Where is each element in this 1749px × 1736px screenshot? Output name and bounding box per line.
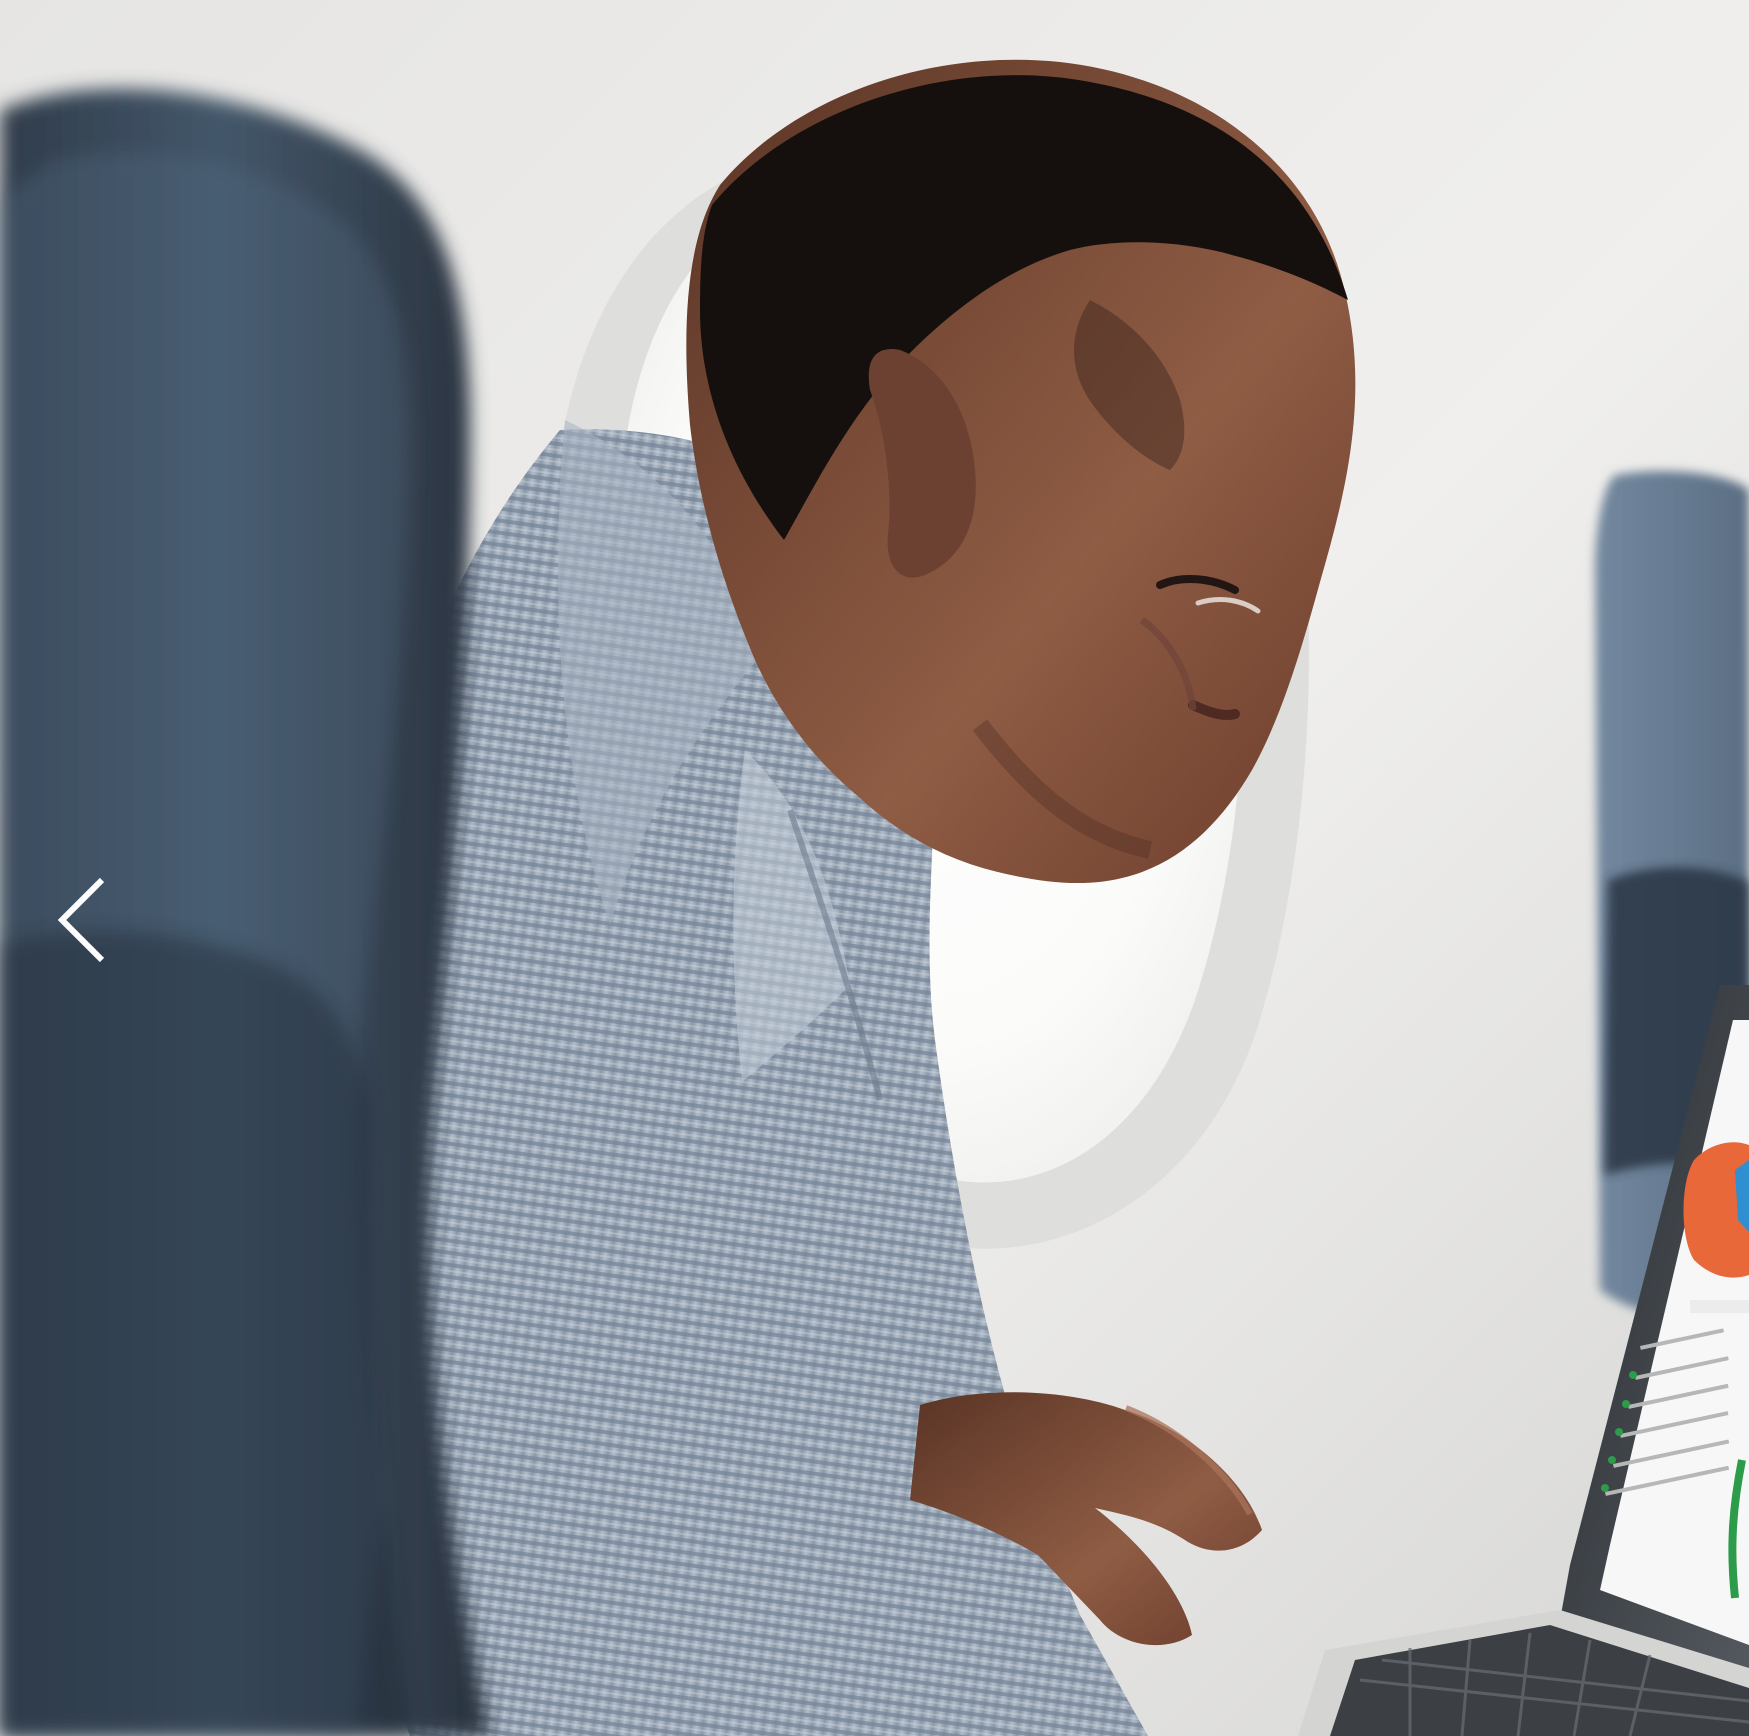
photo-scene (0, 0, 1749, 1736)
chevron-left-icon (57, 877, 105, 963)
photo-viewer (0, 0, 1749, 1736)
carousel-previous-button[interactable] (38, 870, 128, 970)
